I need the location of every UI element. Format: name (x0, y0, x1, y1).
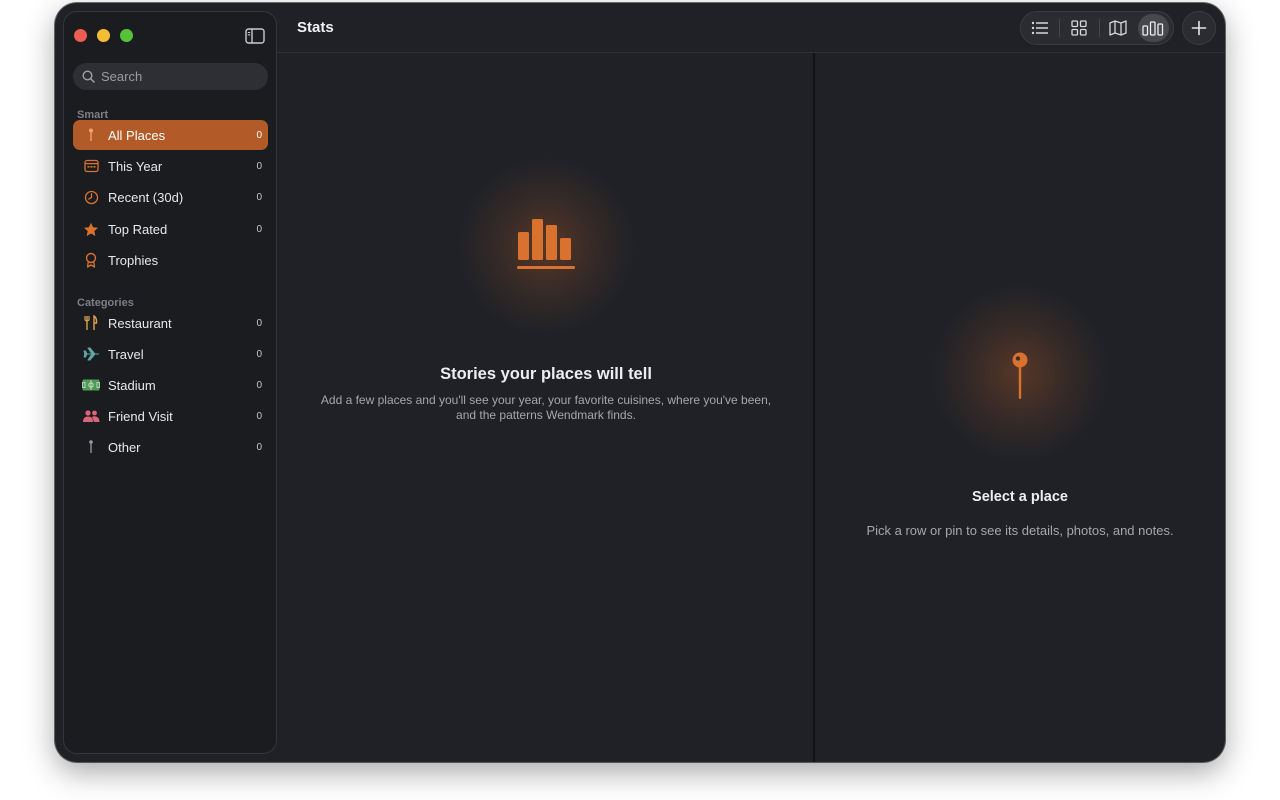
plus-icon (1191, 20, 1207, 36)
award-icon (81, 250, 101, 270)
stats-view-icon (1142, 21, 1164, 36)
detail-empty-subtitle: Pick a row or pin to see its details, ph… (866, 523, 1174, 538)
sidebar-item-trophies[interactable]: Trophies (73, 245, 268, 275)
sidebar: Smart All Places 0 This Year 0 Recent (3… (63, 11, 277, 754)
close-window-button[interactable] (74, 29, 87, 42)
stats-empty-title: Stories your places will tell (440, 365, 652, 383)
sidebar-item-label: This Year (108, 158, 163, 174)
add-place-button[interactable] (1182, 11, 1216, 45)
star-icon (81, 219, 101, 239)
list-view-icon (1031, 21, 1048, 35)
sidebar-item-label: Other (108, 439, 141, 455)
sidebar-item-label: Trophies (108, 252, 159, 268)
stats-empty-subtitle-line: Add a few places and you'll see your yea… (320, 393, 772, 407)
stats-empty-subtitle: Add a few places and you'll see your yea… (277, 393, 815, 423)
sidebar-item-label: Stadium (108, 377, 156, 393)
minimize-window-button[interactable] (97, 29, 110, 42)
toolbar-separator (1059, 19, 1061, 37)
list-view-button[interactable] (1024, 14, 1055, 42)
pin-icon (81, 437, 101, 457)
stadium-icon (81, 375, 101, 395)
sidebar-item-top-rated[interactable]: Top Rated 0 (73, 214, 268, 244)
view-switcher (1020, 11, 1174, 45)
count-badge: 0 (256, 160, 262, 172)
map-view-icon (1109, 20, 1127, 36)
sidebar-item-label: All Places (108, 127, 166, 143)
grid-view-icon (1071, 20, 1087, 36)
sidebar-item-other[interactable]: Other 0 (73, 432, 268, 462)
stats-view-button[interactable] (1137, 14, 1170, 42)
map-view-button[interactable] (1102, 14, 1133, 42)
pin-icon (81, 125, 101, 145)
sidebar-item-stadium[interactable]: Stadium 0 (73, 370, 268, 400)
count-badge: 0 (256, 379, 262, 391)
bar-chart-icon (517, 219, 575, 269)
count-badge: 0 (256, 348, 262, 360)
count-badge: 0 (256, 223, 262, 235)
page-title: Stats (297, 19, 334, 36)
detail-empty-title: Select a place (972, 489, 1068, 505)
search-input[interactable] (101, 69, 251, 84)
sidebar-item-label: Restaurant (108, 315, 172, 331)
sidebar-item-label: Recent (30d) (108, 189, 184, 205)
sidebar-item-friend-visit[interactable]: Friend Visit 0 (73, 401, 268, 431)
sidebar-item-label: Travel (108, 346, 144, 362)
people-icon (81, 406, 101, 426)
sidebar-item-label: Friend Visit (108, 408, 173, 424)
sidebar-item-label: Top Rated (108, 221, 168, 237)
fork-knife-icon (81, 313, 101, 333)
sidebar-item-this-year[interactable]: This Year 0 (73, 151, 268, 181)
panel-divider[interactable] (813, 53, 815, 762)
sidebar-item-all-places[interactable]: All Places 0 (73, 120, 268, 150)
search-field[interactable] (73, 63, 268, 90)
sidebar-item-travel[interactable]: Travel 0 (73, 339, 268, 369)
count-badge: 0 (256, 317, 262, 329)
pin-icon (1012, 352, 1028, 399)
sidebar-toggle-icon[interactable] (245, 28, 265, 44)
count-badge: 0 (256, 191, 262, 203)
sidebar-item-recent[interactable]: Recent (30d) 0 (73, 182, 268, 212)
grid-view-button[interactable] (1063, 14, 1094, 42)
search-icon (82, 70, 95, 83)
count-badge: 0 (256, 410, 262, 422)
airplane-icon (81, 344, 101, 364)
count-badge: 0 (256, 129, 262, 141)
toolbar-divider (277, 52, 1225, 53)
stats-empty-subtitle-line: and the patterns Wendmark finds. (456, 408, 636, 422)
toolbar-separator (1098, 19, 1100, 37)
count-badge: 0 (256, 441, 262, 453)
app-window: Smart All Places 0 This Year 0 Recent (3… (55, 3, 1225, 762)
sidebar-item-restaurant[interactable]: Restaurant 0 (73, 308, 268, 338)
zoom-window-button[interactable] (120, 29, 133, 42)
calendar-icon (81, 156, 101, 176)
clock-icon (81, 187, 101, 207)
